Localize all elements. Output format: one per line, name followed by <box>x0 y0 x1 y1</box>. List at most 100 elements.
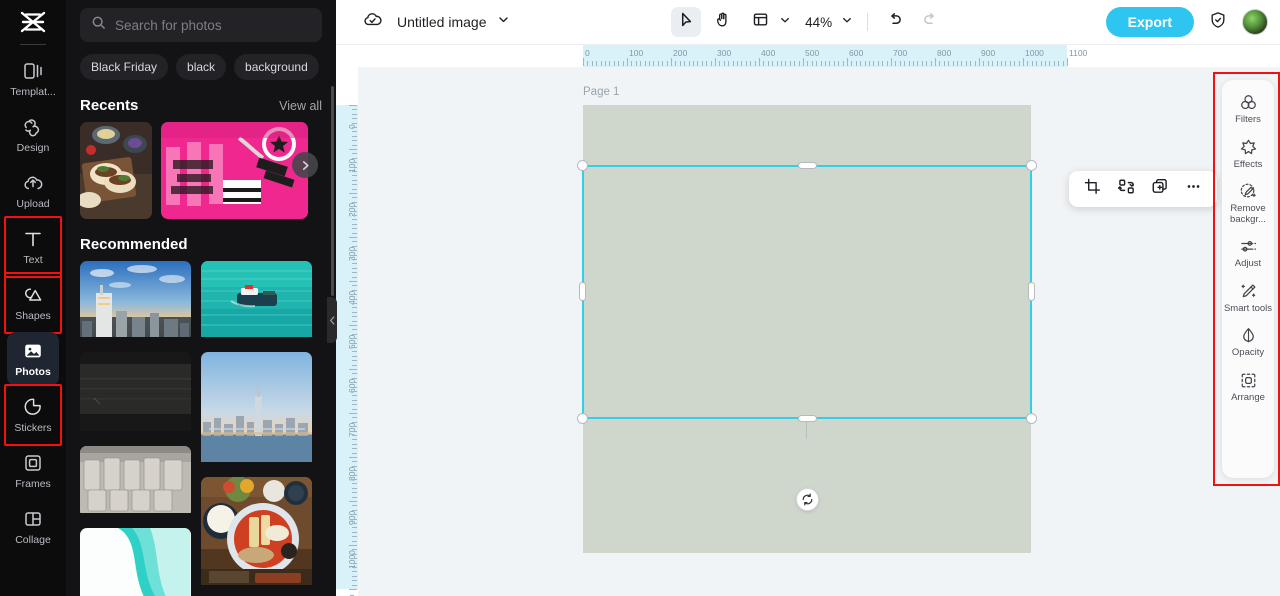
right-item-opacity[interactable]: Opacity <box>1223 322 1273 363</box>
resize-handle-left-center[interactable] <box>579 282 586 301</box>
rail-item-design[interactable]: Design <box>7 108 59 162</box>
ruler-v-tick <box>352 356 357 357</box>
capcut-logo[interactable] <box>0 0 66 44</box>
recents-view-all-link[interactable]: View all <box>279 99 322 113</box>
ruler-v-tick <box>352 215 357 216</box>
chip-black-friday[interactable]: Black Friday <box>80 54 168 80</box>
layout-caret-icon[interactable] <box>779 13 791 31</box>
ruler-h-tick <box>825 61 826 66</box>
cursor-arrow-icon <box>678 11 695 33</box>
replace-button[interactable] <box>1113 176 1140 203</box>
cloud-saved-icon[interactable] <box>362 9 383 35</box>
ruler-v-tick <box>349 501 357 502</box>
ruler-h-tick <box>693 61 694 66</box>
resize-handle-top-center[interactable] <box>798 162 817 169</box>
zoom-caret-icon[interactable] <box>841 13 853 31</box>
zoom-level-value[interactable]: 44% <box>805 15 832 30</box>
rail-item-collage[interactable]: Collage <box>7 500 59 554</box>
rail-item-frames[interactable]: Frames <box>7 444 59 498</box>
select-tool-button[interactable] <box>671 7 701 37</box>
panel-collapse-handle[interactable] <box>327 297 337 343</box>
hand-icon <box>714 11 731 33</box>
rail-item-stickers[interactable]: Stickers <box>7 388 59 442</box>
vertical-ruler[interactable]: 010020030040050060070080090010001100 <box>336 67 358 596</box>
ruler-h-tick <box>627 58 628 66</box>
ruler-v-tick <box>352 123 357 124</box>
reco-thumb-stone-carving[interactable] <box>80 446 191 518</box>
right-item-label: Smart tools <box>1224 304 1272 315</box>
ruler-h-tick <box>750 61 751 66</box>
resize-handle-bottom-center[interactable] <box>798 415 817 422</box>
ruler-h-tick <box>609 61 610 66</box>
user-avatar[interactable] <box>1242 9 1268 35</box>
recent-thumb-food[interactable] <box>80 122 152 219</box>
export-button[interactable]: Export <box>1106 7 1194 37</box>
reco-thumb-city-skyline[interactable] <box>80 261 191 342</box>
ruler-v-tick <box>352 285 357 286</box>
more-button[interactable] <box>1180 176 1207 203</box>
resize-handle-bottom-left[interactable] <box>577 413 588 424</box>
duplicate-button[interactable] <box>1146 176 1173 203</box>
resize-handle-bottom-right[interactable] <box>1026 413 1037 424</box>
resize-handle-top-left[interactable] <box>577 160 588 171</box>
reco-thumb-teal-abstract[interactable] <box>80 528 191 596</box>
panel-scrollbar[interactable] <box>331 86 334 296</box>
ruler-v-tick <box>349 545 357 546</box>
duplicate-icon <box>1151 178 1168 200</box>
ruler-v-tick <box>352 527 357 528</box>
ruler-v-tick <box>352 109 357 110</box>
right-item-filters[interactable]: Filters <box>1223 89 1273 130</box>
adjust-icon <box>1239 237 1258 256</box>
chip-background[interactable]: background <box>234 54 319 80</box>
ruler-h-tick <box>931 61 932 66</box>
document-title[interactable]: Untitled image <box>397 14 487 30</box>
rail-item-upload[interactable]: Upload <box>7 164 59 218</box>
reco-thumb-nyc-skyline[interactable] <box>201 352 312 467</box>
resize-handle-right-center[interactable] <box>1028 282 1035 301</box>
reco-thumb-ramen-bowl[interactable] <box>201 477 312 590</box>
layout-tool-button[interactable] <box>745 7 775 37</box>
reco-thumb-dark-texture[interactable] <box>80 352 191 436</box>
right-item-adjust[interactable]: Adjust <box>1223 233 1273 274</box>
shield-check-icon[interactable] <box>1208 10 1228 35</box>
rail-item-shapes[interactable]: Shapes <box>7 276 59 330</box>
undo-button[interactable] <box>880 7 910 37</box>
ruler-v-tick <box>352 140 357 141</box>
ruler-h-tick <box>737 61 738 66</box>
ruler-h-tick <box>891 58 892 66</box>
horizontal-ruler[interactable]: 010020030040050060070080090010001100 <box>358 45 1280 67</box>
chip-black[interactable]: black <box>176 54 226 80</box>
ruler-h-tick <box>790 61 791 66</box>
image-tools-panel: Filters Effects Remove backgr... <box>1222 80 1274 478</box>
redo-button[interactable] <box>914 7 944 37</box>
rail-item-photos[interactable]: Photos <box>7 332 59 386</box>
search-photos-field[interactable]: Search for photos <box>80 8 322 42</box>
right-item-remove-background[interactable]: Remove backgr... <box>1223 178 1273 229</box>
chevron-down-icon[interactable] <box>497 13 510 31</box>
right-item-smart-tools[interactable]: Smart tools <box>1223 278 1273 319</box>
resize-handle-top-right[interactable] <box>1026 160 1037 171</box>
rotate-handle[interactable] <box>796 488 819 511</box>
rail-item-templates[interactable]: Templat... <box>7 52 59 106</box>
ruler-v-tick <box>352 519 357 520</box>
ruler-v-tick <box>352 514 357 515</box>
canvas-workspace[interactable]: 010020030040050060070080090010001100 010… <box>336 45 1280 596</box>
ruler-v-tick <box>352 373 357 374</box>
opacity-icon <box>1239 326 1258 345</box>
ruler-h-tick <box>583 58 584 66</box>
right-item-arrange[interactable]: Arrange <box>1223 367 1273 408</box>
crop-button[interactable] <box>1079 176 1106 203</box>
ruler-h-label: 1100 <box>1069 48 1087 58</box>
ruler-h-tick <box>719 61 720 66</box>
reco-thumb-boat-sea[interactable] <box>201 261 312 342</box>
ruler-h-tick <box>596 61 597 66</box>
ruler-v-tick <box>349 237 357 238</box>
rail-item-text[interactable]: Text <box>7 220 59 274</box>
recents-next-button[interactable] <box>292 152 318 178</box>
ruler-h-label: 700 <box>893 48 907 58</box>
page-canvas[interactable] <box>583 105 1031 553</box>
recent-thumb-pink[interactable] <box>161 122 308 219</box>
right-item-effects[interactable]: Effects <box>1223 134 1273 175</box>
ruler-h-label: 800 <box>937 48 951 58</box>
hand-tool-button[interactable] <box>707 7 737 37</box>
